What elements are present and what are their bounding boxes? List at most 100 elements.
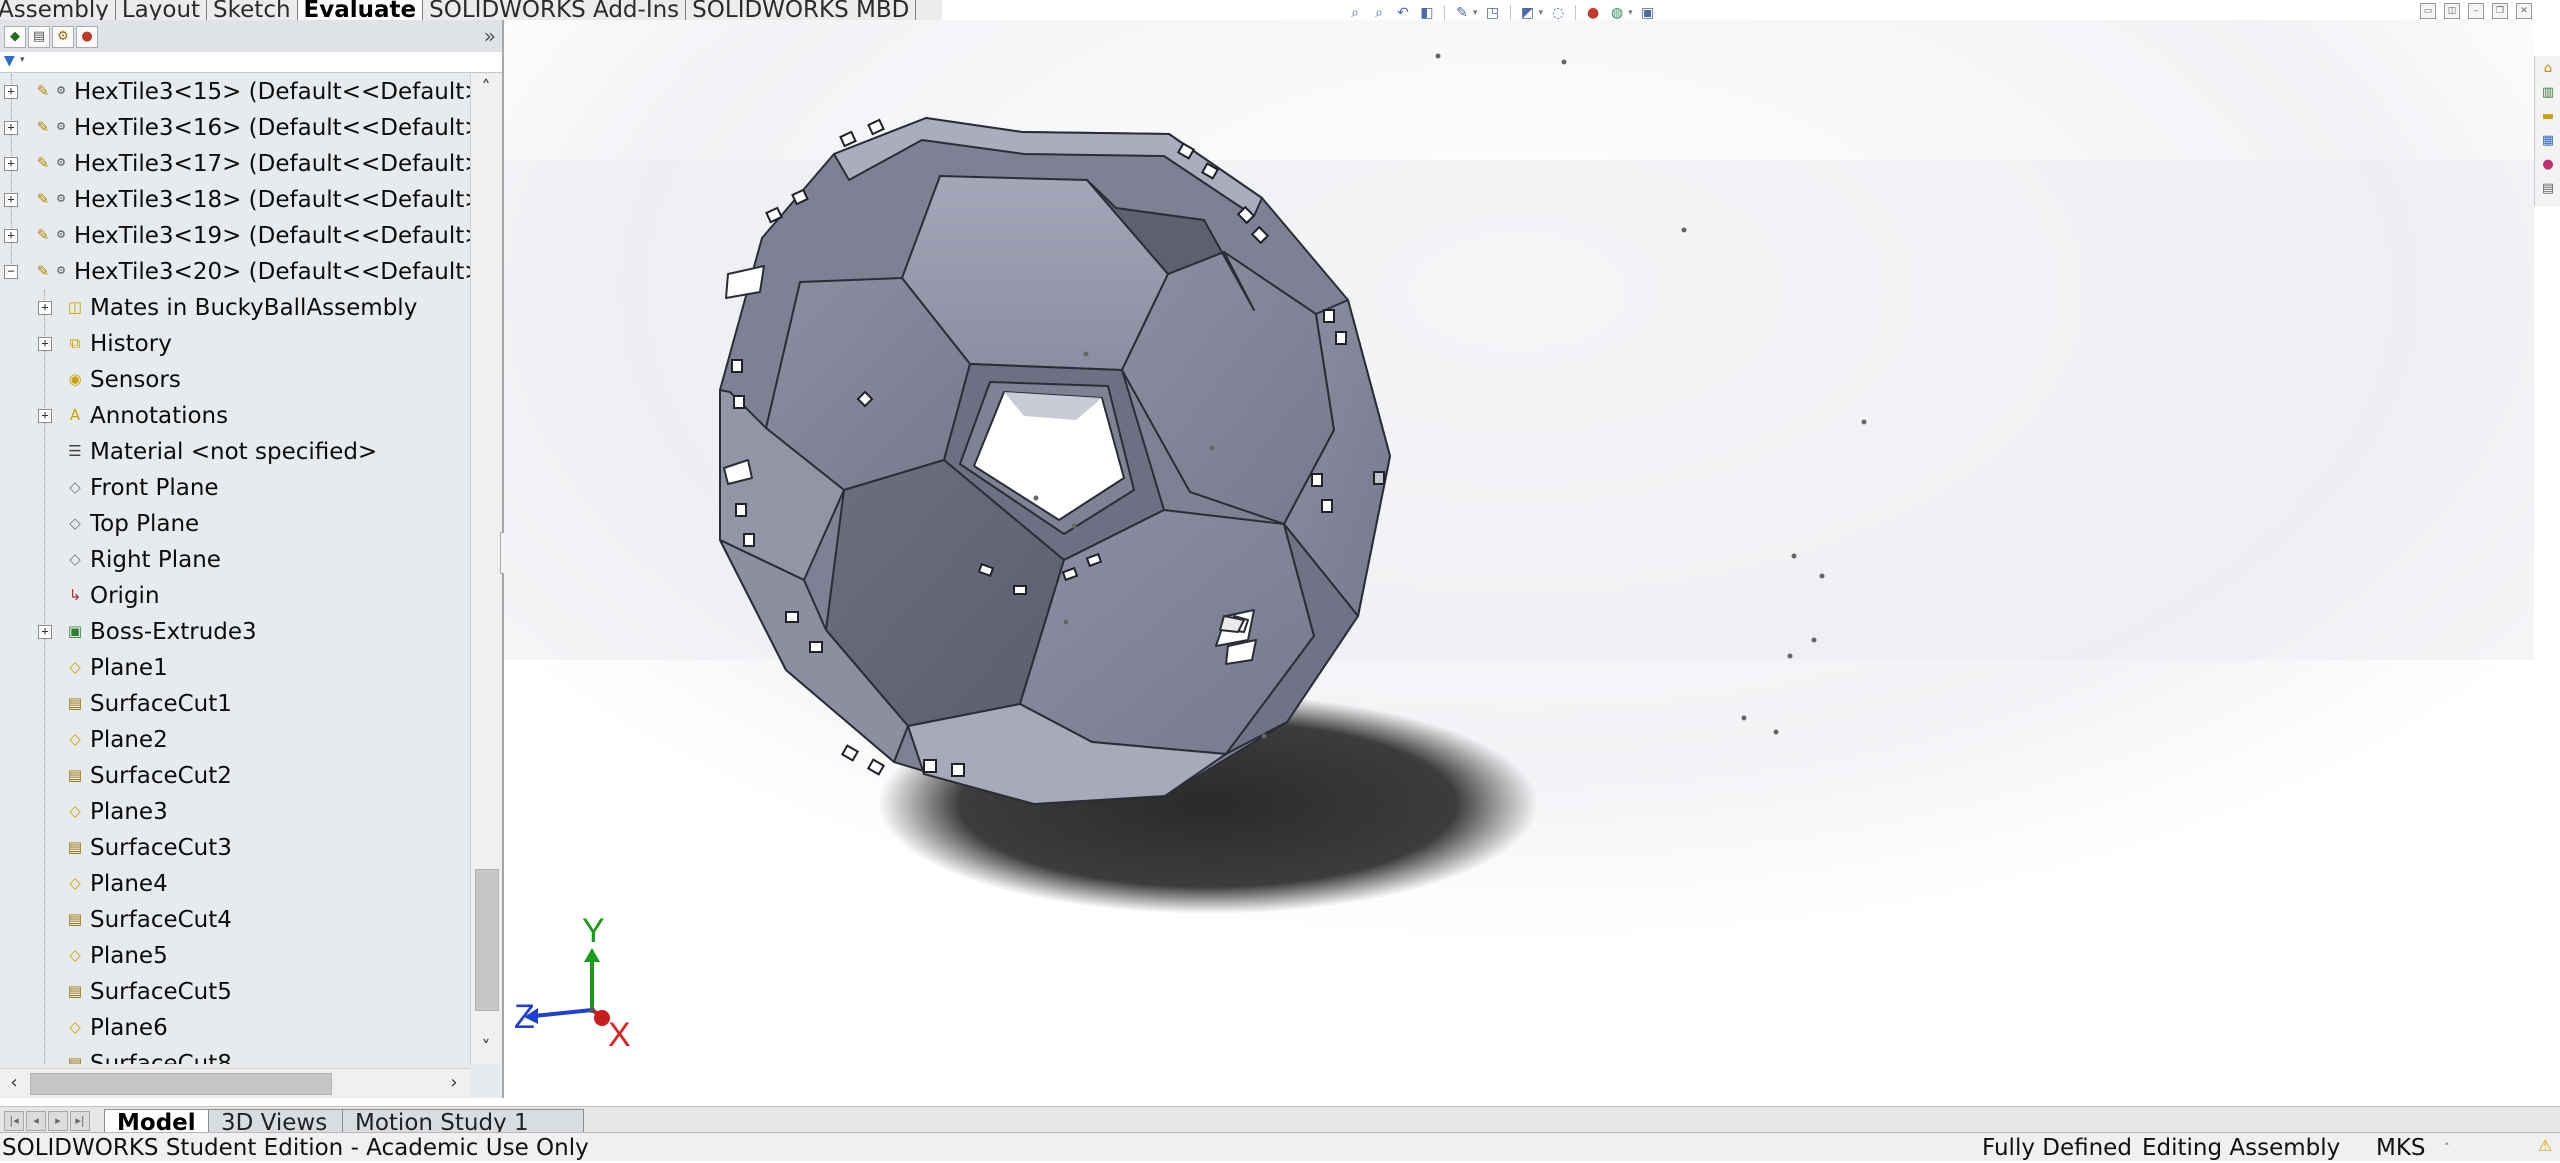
- tree-item[interactable]: ▤ SurfaceCut4: [0, 902, 470, 938]
- tree-item-label: Front Plane: [90, 475, 219, 501]
- bottom-tab-bar: |◂ ◂ ▸ ▸| Model 3D Views Motion Study 1: [0, 1106, 2560, 1134]
- first-tab-icon[interactable]: |◂: [4, 1111, 24, 1131]
- view-palette-icon[interactable]: ▦: [2539, 132, 2557, 150]
- tree-item[interactable]: ◇ Plane3: [0, 794, 470, 830]
- tree-item-label: Plane2: [90, 727, 168, 753]
- tab-sketch[interactable]: Sketch: [207, 0, 298, 20]
- last-tab-icon[interactable]: ▸|: [70, 1111, 90, 1131]
- model-viewport[interactable]: Y Z X: [504, 20, 2534, 1106]
- tile-window-icon[interactable]: ▭: [2420, 3, 2436, 19]
- appearances-icon[interactable]: ●: [2539, 156, 2557, 174]
- plane-yellow-icon: ◇: [69, 802, 81, 820]
- tree-item[interactable]: + ✎ ⚙ HexTile3<18> (Default<<Default>_D: [0, 182, 470, 218]
- collapse-icon[interactable]: −: [4, 265, 18, 279]
- graphics-area[interactable]: Y Z X: [504, 20, 2534, 1106]
- tree-item-label: SurfaceCut3: [90, 835, 232, 861]
- tree-item[interactable]: ▤ SurfaceCut2: [0, 758, 470, 794]
- tree-horizontal-scrollbar[interactable]: ‹ ›: [0, 1068, 470, 1097]
- expand-icon[interactable]: +: [4, 157, 18, 171]
- restore-icon[interactable]: ❐: [2492, 3, 2508, 19]
- expand-icon[interactable]: +: [38, 301, 52, 315]
- chevron-up-icon[interactable]: ˄: [2444, 1133, 2450, 1163]
- tree-item[interactable]: + A Annotations: [0, 398, 470, 434]
- scroll-right-icon[interactable]: ›: [440, 1069, 468, 1097]
- surface-cut-icon: ▤: [67, 910, 83, 928]
- units-selector[interactable]: MKS: [2376, 1133, 2426, 1163]
- bottom-tab-3d-views[interactable]: 3D Views: [208, 1109, 360, 1134]
- tree-item[interactable]: ◇ Plane6: [0, 1010, 470, 1046]
- tree-item[interactable]: ▤ SurfaceCut3: [0, 830, 470, 866]
- tree-item[interactable]: ▤ SurfaceCut1: [0, 686, 470, 722]
- tree-item[interactable]: ◇ Top Plane: [0, 506, 470, 542]
- tree-vertical-scrollbar[interactable]: ˄ ˅: [470, 74, 501, 1064]
- tree-item-label: HexTile3<19> (Default<<Default>_D: [74, 223, 470, 249]
- component-state-icon: ⚙: [56, 264, 66, 277]
- expand-icon[interactable]: +: [4, 193, 18, 207]
- tree-item[interactable]: ◇ Plane5: [0, 938, 470, 974]
- tree-item[interactable]: + ▣ Boss-Extrude3: [0, 614, 470, 650]
- configuration-manager-tab-icon[interactable]: ⚙: [52, 26, 74, 48]
- tree-item[interactable]: ▤ SurfaceCut8: [0, 1046, 470, 1064]
- property-manager-tab-icon[interactable]: ▤: [28, 26, 50, 48]
- more-tabs-icon[interactable]: »: [484, 24, 496, 48]
- rebuild-warning-icon[interactable]: ⚠: [2538, 1137, 2556, 1155]
- feature-tree-tab-icon[interactable]: ◆: [4, 26, 26, 48]
- expand-icon[interactable]: +: [38, 409, 52, 423]
- bottom-tab-motion-study-1[interactable]: Motion Study 1: [342, 1109, 584, 1134]
- plane-icon: ◇: [69, 514, 81, 532]
- tile-horizontal-icon[interactable]: ◫: [2444, 3, 2460, 19]
- display-manager-tab-icon[interactable]: ●: [76, 26, 98, 48]
- expand-icon[interactable]: +: [38, 337, 52, 351]
- scroll-thumb[interactable]: [475, 869, 499, 1011]
- tab-evaluate[interactable]: Evaluate: [297, 0, 424, 20]
- chevron-down-icon[interactable]: ▾: [1539, 8, 1544, 18]
- scroll-up-icon[interactable]: ˄: [471, 74, 501, 102]
- tree-item[interactable]: + ⧉ History: [0, 326, 470, 362]
- tree-item[interactable]: + ◫ Mates in BuckyBallAssembly: [0, 290, 470, 326]
- next-tab-icon[interactable]: ▸: [48, 1111, 68, 1131]
- chevron-down-icon[interactable]: ▾: [1628, 8, 1633, 18]
- prev-tab-icon[interactable]: ◂: [26, 1111, 46, 1131]
- scroll-thumb-horizontal[interactable]: [30, 1073, 332, 1095]
- close-icon[interactable]: ✕: [2516, 3, 2532, 19]
- tree-item[interactable]: + ✎ ⚙ HexTile3<15> (Default<<Default>_D: [0, 74, 470, 110]
- expand-icon[interactable]: +: [4, 121, 18, 135]
- file-explorer-icon[interactable]: ▬: [2539, 108, 2557, 126]
- scroll-down-icon[interactable]: ˅: [471, 1034, 501, 1062]
- tab-solidworks-add-ins[interactable]: SOLIDWORKS Add-Ins: [423, 0, 687, 20]
- tree-filter-bar[interactable]: ▼ ▾: [0, 52, 502, 73]
- tree-item[interactable]: + ✎ ⚙ HexTile3<16> (Default<<Default>_D: [0, 110, 470, 146]
- status-defined: Fully Defined: [1982, 1135, 2132, 1161]
- tab-layout[interactable]: Layout: [116, 0, 208, 20]
- tree-item[interactable]: ◇ Plane4: [0, 866, 470, 902]
- chevron-down-icon[interactable]: ▾: [20, 55, 25, 65]
- tree-item[interactable]: ☰ Material <not specified>: [0, 434, 470, 470]
- minimize-icon[interactable]: –: [2468, 3, 2484, 19]
- part-icon: ✎: [36, 226, 50, 244]
- tree-item[interactable]: ↳ Origin: [0, 578, 470, 614]
- custom-properties-icon[interactable]: ▤: [2539, 180, 2557, 198]
- tree-item-label: HexTile3<15> (Default<<Default>_D: [74, 79, 470, 105]
- plane-icon: ◇: [69, 550, 81, 568]
- expand-icon[interactable]: +: [38, 625, 52, 639]
- scroll-left-icon[interactable]: ‹: [0, 1069, 28, 1097]
- tab-assembly[interactable]: Assembly: [0, 0, 116, 20]
- tree-item[interactable]: ◇ Plane1: [0, 650, 470, 686]
- tree-item[interactable]: ◉ Sensors: [0, 362, 470, 398]
- chevron-down-icon[interactable]: ▾: [1473, 8, 1478, 18]
- tree-item[interactable]: ◇ Plane2: [0, 722, 470, 758]
- tree-item[interactable]: ▤ SurfaceCut5: [0, 974, 470, 1010]
- status-edition: SOLIDWORKS Student Edition - Academic Us…: [2, 1135, 589, 1161]
- design-library-icon[interactable]: ▥: [2539, 84, 2557, 102]
- home-icon[interactable]: ⌂: [2539, 60, 2557, 78]
- tree-item[interactable]: + ✎ ⚙ HexTile3<17> (Default<<Default>_D: [0, 146, 470, 182]
- tree-item[interactable]: ◇ Front Plane: [0, 470, 470, 506]
- tree-item[interactable]: + ✎ ⚙ HexTile3<19> (Default<<Default>_D: [0, 218, 470, 254]
- tree-item[interactable]: ◇ Right Plane: [0, 542, 470, 578]
- tab-solidworks-mbd[interactable]: SOLIDWORKS MBD: [686, 0, 917, 20]
- filter-icon[interactable]: ▼: [4, 53, 15, 69]
- toolbar-separator: [1575, 5, 1577, 21]
- tree-item[interactable]: − ✎ ⚙ HexTile3<20> (Default<<Default>_D: [0, 254, 470, 290]
- expand-icon[interactable]: +: [4, 85, 18, 99]
- expand-icon[interactable]: +: [4, 229, 18, 243]
